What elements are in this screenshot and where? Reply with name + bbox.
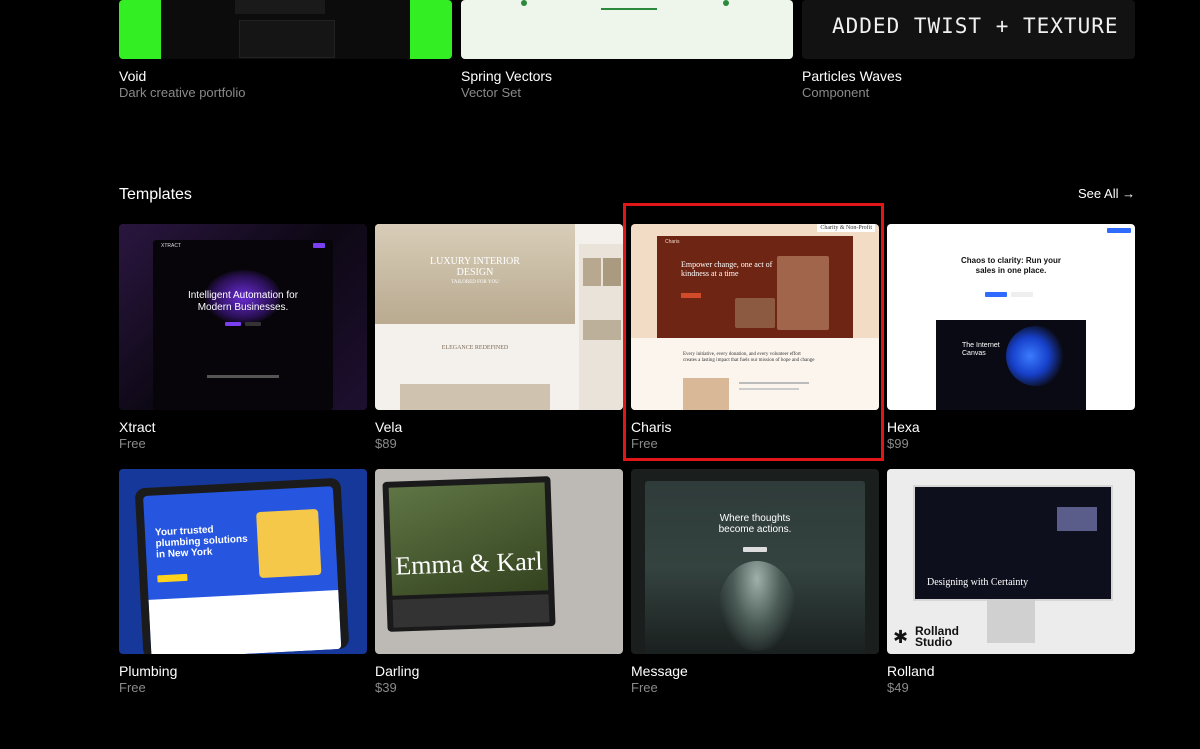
thumbnail-tag: Charity & Non-Profit — [817, 224, 875, 232]
thumbnail-headline: Where thoughts become actions. — [718, 513, 792, 535]
thumbnail-headline: LUXURY INTERIOR DESIGN — [430, 256, 520, 278]
card-price: Free — [119, 680, 146, 695]
card-title: Vela — [375, 419, 403, 435]
card-title: Particles Waves — [802, 68, 902, 84]
card-title: Void — [119, 68, 147, 84]
thumbnail-body: Every initiative, every donation, and ev… — [683, 352, 815, 363]
card-title: Charis — [631, 419, 672, 435]
thumbnail-headline: Designing with Certainty — [927, 577, 1029, 588]
card-price: $99 — [887, 436, 909, 451]
card-title: Message — [631, 663, 688, 679]
card-price: Free — [631, 436, 658, 451]
card-subtitle: Dark creative portfolio — [119, 85, 246, 100]
thumbnail-headline: Your trusted plumbing solutions in New Y… — [154, 524, 248, 561]
see-all-link[interactable]: See All → — [1078, 186, 1135, 201]
thumbnail-headline: Intelligent Automation for Modern Busine… — [187, 290, 299, 313]
card-title: Rolland — [887, 663, 935, 679]
card-title: Darling — [375, 663, 420, 679]
void-thumbnail[interactable] — [119, 0, 452, 59]
section-title: Templates — [119, 186, 192, 203]
message-thumbnail[interactable]: Where thoughts become actions. — [631, 469, 879, 654]
card-price: Free — [119, 436, 146, 451]
hexa-thumbnail[interactable]: Chaos to clarity: Run your sales in one … — [887, 224, 1135, 410]
charis-thumbnail[interactable]: Charity & Non-Profit Charis Empower chan… — [631, 224, 879, 410]
rolland-thumbnail[interactable]: Designing with Certainty ✱ Rolland Studi… — [887, 469, 1135, 654]
card-price: $49 — [887, 680, 909, 695]
spring-vectors-thumbnail[interactable] — [461, 0, 793, 59]
thumbnail-brand: Rolland Studio — [915, 624, 959, 649]
thumbnail-headline: Chaos to clarity: Run your sales in one … — [961, 256, 1062, 275]
darling-thumbnail[interactable]: Emma & Karl — [375, 469, 623, 654]
xtract-thumbnail[interactable]: XTRACT Intelligent Automation for Modern… — [119, 224, 367, 410]
card-price: Free — [631, 680, 658, 695]
card-subtitle: Component — [802, 85, 870, 100]
thumbnail-brand: Charis — [665, 239, 680, 245]
card-price: $39 — [375, 680, 397, 695]
asterisk-logo-icon: ✱ — [893, 627, 909, 647]
thumbnail-card-text: The Internet Canvas — [962, 342, 1000, 357]
particles-waves-thumbnail[interactable]: ADDED TWIST + TEXTURE — [802, 0, 1135, 59]
thumbnail-brand: XTRACT — [161, 243, 181, 249]
card-title: Spring Vectors — [461, 68, 553, 84]
thumbnail-headline: Empower change, one act of kindness at a… — [681, 260, 773, 278]
thumbnail-tagline: TAILORED FOR YOU — [451, 280, 499, 285]
card-price: $89 — [375, 436, 397, 451]
vela-thumbnail[interactable]: LUXURY INTERIOR DESIGN TAILORED FOR YOU … — [375, 224, 623, 410]
card-subtitle: Vector Set — [461, 85, 521, 100]
plumbing-thumbnail[interactable]: Your trusted plumbing solutions in New Y… — [119, 469, 367, 654]
card-title: Plumbing — [119, 663, 178, 679]
card-title: Xtract — [119, 419, 156, 435]
card-title: Hexa — [887, 419, 920, 435]
thumbnail-text: ADDED TWIST + TEXTURE — [832, 14, 1119, 38]
thumbnail-section: ELEGANCE REDEFINED — [441, 345, 509, 351]
thumbnail-headline: Emma & Karl — [394, 546, 544, 581]
